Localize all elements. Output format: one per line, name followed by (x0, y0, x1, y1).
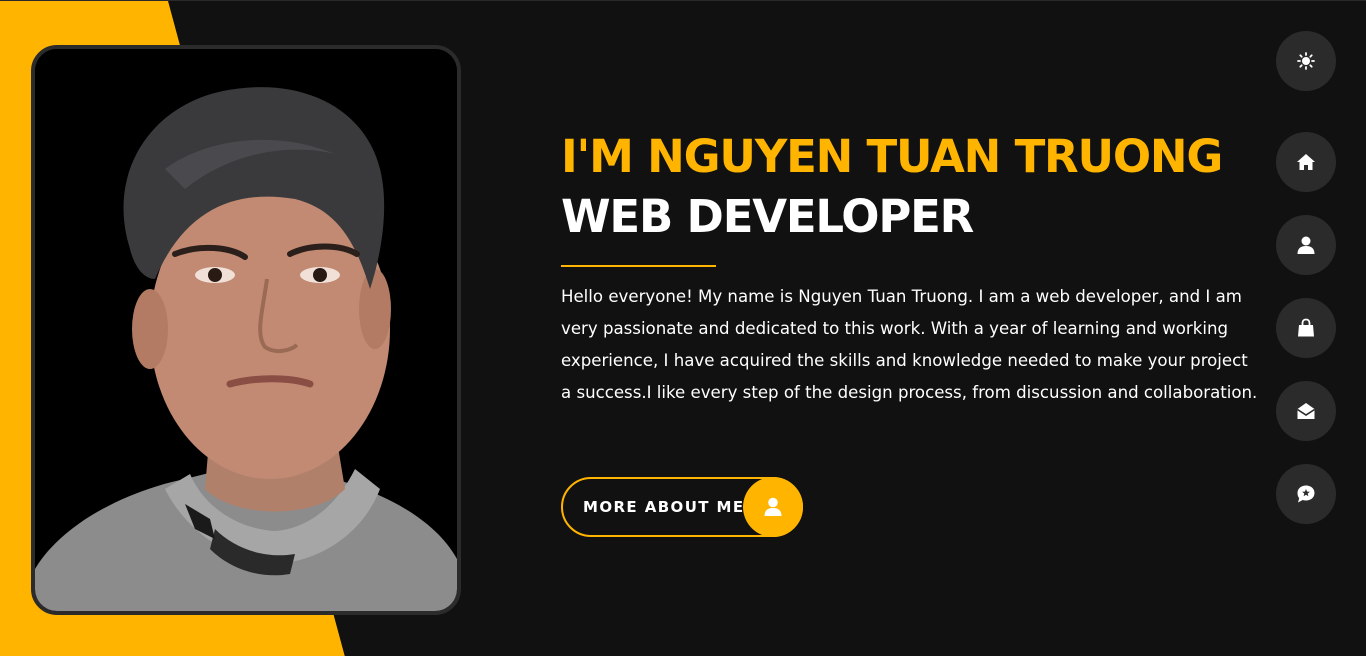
profile-photo (31, 45, 461, 615)
more-about-me-button[interactable]: MORE ABOUT ME (561, 477, 803, 537)
hero-title-name: I'M NGUYEN TUAN TRUONG (561, 130, 1223, 183)
nav-about-button[interactable] (1276, 215, 1336, 275)
more-about-me-label: MORE ABOUT ME (583, 498, 745, 516)
briefcase-icon (1298, 318, 1314, 337)
theme-toggle-button[interactable] (1276, 31, 1336, 91)
envelope-open-icon (1297, 403, 1315, 419)
nav-blog-button[interactable] (1276, 464, 1336, 524)
side-navigation (1276, 1, 1336, 656)
comment-icon (1297, 485, 1315, 503)
nav-home-button[interactable] (1276, 132, 1336, 192)
sun-icon (1297, 52, 1315, 70)
home-icon (1297, 154, 1315, 170)
hero-content: I'M NGUYEN TUAN TRUONG WEB DEVELOPER Hel… (561, 127, 1261, 409)
nav-portfolio-button[interactable] (1276, 298, 1336, 358)
portrait-illustration (35, 49, 457, 611)
intro-paragraph: Hello everyone! My name is Nguyen Tuan T… (561, 287, 1258, 402)
nav-contact-button[interactable] (1276, 381, 1336, 441)
hero-title-role: WEB DEVELOPER (561, 190, 974, 243)
title-divider (561, 265, 716, 267)
user-icon (1297, 236, 1315, 254)
home-page: I'M NGUYEN TUAN TRUONG WEB DEVELOPER Hel… (0, 0, 1366, 656)
user-icon (743, 477, 803, 537)
